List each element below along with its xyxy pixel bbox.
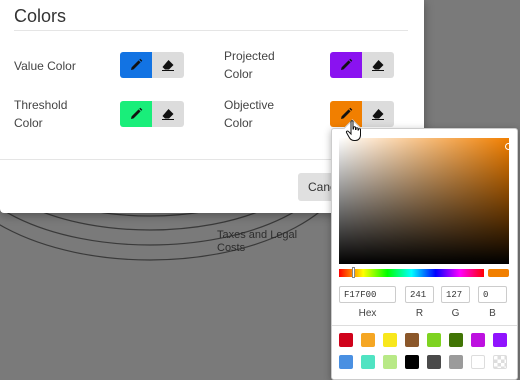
pencil-icon <box>131 58 143 70</box>
preset-swatch[interactable] <box>339 355 353 369</box>
red-input[interactable]: 241 <box>405 286 434 303</box>
preset-swatch[interactable] <box>471 355 485 369</box>
red-label: R <box>415 308 424 319</box>
objective-color-label: Objective Color <box>224 96 286 132</box>
hand-pointer-icon <box>345 120 361 141</box>
preset-swatch[interactable] <box>493 333 507 347</box>
preset-swatch[interactable] <box>449 355 463 369</box>
pencil-icon <box>341 107 353 119</box>
value-color-edit-button[interactable] <box>120 52 152 78</box>
projected-color-edit-button[interactable] <box>330 52 362 78</box>
eraser-icon <box>162 60 174 71</box>
projected-color-clear-button[interactable] <box>362 52 394 78</box>
threshold-color-control <box>120 101 184 127</box>
eraser-icon <box>372 60 384 71</box>
value-color-clear-button[interactable] <box>152 52 184 78</box>
eraser-icon <box>162 109 174 120</box>
projected-color-control <box>330 52 394 78</box>
value-color-control <box>120 52 184 78</box>
preset-swatch[interactable] <box>449 333 463 347</box>
green-label: G <box>451 308 460 319</box>
color-preview-swatch <box>488 269 509 277</box>
preset-swatch[interactable] <box>339 333 353 347</box>
title-divider <box>14 30 408 31</box>
preset-swatch[interactable] <box>405 333 419 347</box>
hue-slider-handle[interactable] <box>352 267 356 278</box>
saturation-area[interactable] <box>339 138 512 264</box>
threshold-color-clear-button[interactable] <box>152 101 184 127</box>
threshold-color-edit-button[interactable] <box>120 101 152 127</box>
preset-divider <box>332 325 517 326</box>
objective-color-label-text: Objective Color <box>224 98 275 130</box>
projected-color-label: Projected Color <box>224 47 282 83</box>
blue-label: B <box>489 308 496 319</box>
hue-slider[interactable] <box>339 267 484 278</box>
preset-swatch[interactable] <box>383 355 397 369</box>
value-color-label: Value Color <box>14 59 76 73</box>
pencil-icon <box>131 107 143 119</box>
saturation-handle[interactable] <box>505 143 512 150</box>
projected-color-label-text: Projected Color <box>224 49 275 81</box>
dialog-title: Colors <box>14 6 67 26</box>
preset-swatch[interactable] <box>361 333 375 347</box>
preset-swatch[interactable] <box>361 355 375 369</box>
preset-swatch[interactable] <box>383 333 397 347</box>
preset-swatch[interactable] <box>427 333 441 347</box>
threshold-color-label-text: Threshold Color <box>14 98 68 130</box>
hex-input[interactable]: F17F00 <box>339 286 396 303</box>
hex-label: Hex <box>358 308 377 319</box>
green-input[interactable]: 127 <box>441 286 470 303</box>
objective-color-clear-button[interactable] <box>362 101 394 127</box>
preset-swatch[interactable] <box>405 355 419 369</box>
preset-swatch[interactable] <box>471 333 485 347</box>
eraser-icon <box>372 109 384 120</box>
pencil-icon <box>341 58 353 70</box>
color-picker-popover: F17F00 241 127 0 Hex R G B <box>331 119 518 380</box>
chart-label-taxes: Taxes and Legal Costs <box>217 229 298 254</box>
threshold-color-label: Threshold Color <box>14 96 84 132</box>
blue-input[interactable]: 0 <box>478 286 507 303</box>
preset-swatch[interactable] <box>493 355 507 369</box>
preset-swatch[interactable] <box>427 355 441 369</box>
